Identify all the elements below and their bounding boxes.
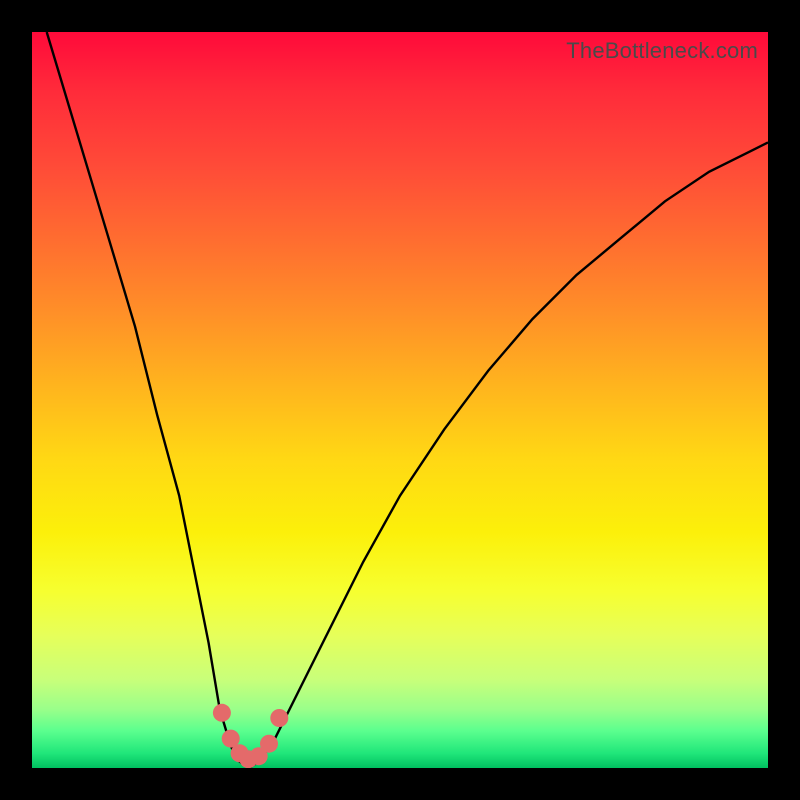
chart-frame: TheBottleneck.com [0, 0, 800, 800]
plot-area: TheBottleneck.com [32, 32, 768, 768]
curve-marker [260, 735, 278, 753]
curve-marker [270, 709, 288, 727]
bottleneck-curve [32, 32, 768, 768]
curve-path [47, 32, 768, 768]
curve-marker [213, 704, 231, 722]
